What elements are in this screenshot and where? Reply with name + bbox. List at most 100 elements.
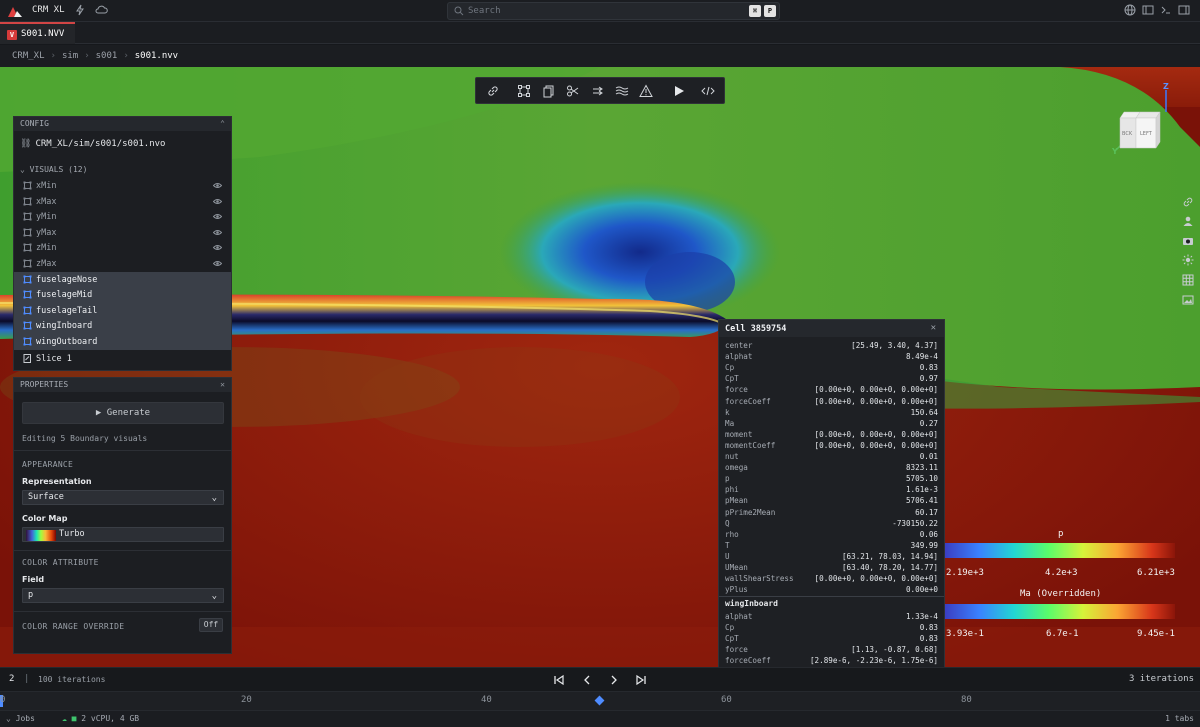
legend-ma-min: 3.93e-1 [946, 629, 984, 639]
cube-face-back: BCK [1122, 131, 1133, 137]
open-tabs-count: 1 tabs [1165, 714, 1194, 723]
link-icon[interactable] [486, 84, 500, 98]
visual-item-winginboard[interactable]: wingInboard [14, 318, 231, 334]
visual-item-fuselagetail[interactable]: fuselageTail [14, 302, 231, 319]
visual-item-fuselagenose[interactable]: fuselageNose [14, 271, 231, 288]
attribute-row: wallShearStress [0.00e+0, 0.00e+0, 0.00e+… [725, 574, 938, 585]
scissors-icon[interactable] [566, 84, 580, 98]
bolt-icon[interactable] [73, 4, 87, 18]
sidebar-right-icon[interactable] [1177, 4, 1191, 18]
attribute-name: k [725, 407, 730, 417]
visual-item-label: xMin [36, 181, 57, 191]
attribute-value: [2.89e-6, -2.23e-6, 1.75e-6] [809, 656, 938, 666]
boundary-icon [23, 181, 32, 190]
visibility-eye-icon[interactable] [213, 213, 222, 220]
breadcrumb-item[interactable]: sim [62, 51, 78, 61]
visibility-eye-icon[interactable] [213, 182, 222, 189]
visibility-eye-icon[interactable] [213, 229, 222, 236]
attribute-name: phi [725, 485, 739, 495]
visual-item-label: fuselageMid [36, 290, 93, 301]
compute-resources[interactable]: ☁ ■ 2 vCPU, 4 GB [62, 714, 139, 723]
attribute-row: moment [0.00e+0, 0.00e+0, 0.00e+0] [725, 430, 938, 441]
select-nodes-icon[interactable] [517, 84, 531, 98]
config-header[interactable]: CONFIG ⌃ [14, 117, 231, 131]
visual-item-zmax[interactable]: zMax [14, 256, 231, 272]
timeline-scrubber[interactable]: 0 20 40 60 80 [0, 691, 1200, 710]
collapse-icon[interactable]: ⌃ [220, 117, 225, 131]
attribute-name: Ma [725, 418, 735, 428]
visual-item-ymax[interactable]: yMax [14, 225, 231, 241]
image-icon[interactable] [1182, 294, 1194, 306]
attribute-value: 0.27 [919, 418, 938, 428]
skip-to-end-icon[interactable] [634, 673, 648, 687]
attribute-name: center [725, 341, 753, 350]
orientation-cube[interactable]: Z Y BCK LEFT [1111, 82, 1172, 157]
attribute-name: T [725, 540, 730, 550]
warning-icon[interactable] [639, 84, 653, 98]
code-icon[interactable] [701, 84, 715, 98]
visual-item-ymin[interactable]: yMin [14, 209, 231, 225]
step-forward-icon[interactable] [607, 673, 621, 687]
visibility-eye-icon[interactable] [213, 260, 222, 267]
visual-item-slice[interactable]: Slice 1 [14, 351, 231, 367]
representation-select[interactable]: Surface ⌄ [22, 490, 224, 505]
attribute-name: U [725, 551, 730, 561]
axis-z-label: Z [1163, 82, 1169, 91]
play-icon[interactable] [672, 84, 686, 98]
terminal-icon[interactable] [1159, 4, 1173, 18]
visibility-eye-icon[interactable] [213, 198, 222, 205]
config-file-path[interactable]: ⛓ CRM_XL/sim/s001/s001.nvo [20, 139, 165, 149]
visibility-eye-icon[interactable] [213, 244, 222, 251]
user-icon[interactable] [1182, 215, 1194, 227]
attribute-name: forceCoeff [725, 396, 771, 406]
waves-icon[interactable] [615, 84, 629, 98]
sun-icon[interactable] [1182, 254, 1194, 266]
editing-info: Editing 5 Boundary visuals [22, 434, 148, 443]
color-attribute-section: COLOR ATTRIBUTE [22, 558, 99, 567]
visual-item-wingoutboard[interactable]: wingOutboard [14, 334, 231, 350]
attribute-value: 60.17 [915, 507, 938, 517]
attribute-row: Ma 0.27 [725, 419, 938, 430]
boundary-icon [23, 243, 32, 252]
field-select[interactable]: p ⌄ [22, 588, 224, 603]
attribute-row: alphat 8.49e-4 [725, 352, 938, 363]
attribute-row: pPrime2Mean 60.17 [725, 508, 938, 519]
close-icon[interactable]: ✕ [220, 378, 225, 392]
range-override-toggle[interactable]: Off [199, 618, 223, 632]
skip-to-start-icon[interactable] [552, 673, 566, 687]
properties-panel: PROPERTIES ✕ ▶ Generate Editing 5 Bounda… [13, 377, 232, 654]
playhead-marker[interactable] [594, 695, 605, 706]
search-input[interactable]: Search ⌘ P [447, 2, 780, 20]
ruler-tick: 80 [961, 695, 972, 705]
close-icon[interactable]: ✕ [931, 323, 936, 333]
app-title[interactable]: CRM XL [32, 5, 65, 15]
visual-item-zmin[interactable]: zMin [14, 240, 231, 256]
representation-label: Representation [22, 477, 92, 486]
visuals-header[interactable]: ⌄ VISUALS (12) [20, 165, 87, 174]
slice-icon [23, 354, 31, 363]
attribute-name: yPlus [725, 585, 748, 595]
visual-item-xmin[interactable]: xMin [14, 178, 231, 194]
iterations-available: 3 iterations [1128, 674, 1194, 684]
breadcrumb-item[interactable]: s001 [96, 51, 118, 61]
streamlines-icon[interactable] [591, 84, 605, 98]
config-panel: CONFIG ⌃ ⛓ CRM_XL/sim/s001/s001.nvo ⌄ VIS… [13, 116, 232, 371]
breadcrumb-item[interactable]: CRM_XL [12, 51, 45, 61]
visual-item-fuselagemid[interactable]: fuselageMid [14, 287, 231, 303]
attribute-row: force [0.00e+0, 0.00e+0, 0.00e+0] [725, 385, 938, 396]
tab-s001-nvv[interactable]: V S001.NVV [0, 22, 75, 44]
grid-icon[interactable] [1182, 274, 1194, 286]
jobs-menu[interactable]: ⌄ Jobs [6, 714, 35, 723]
sidebar-left-icon[interactable] [1141, 4, 1155, 18]
globe-icon[interactable] [1123, 4, 1137, 18]
cloud-sync-icon[interactable] [94, 4, 108, 18]
camera-icon[interactable] [1182, 235, 1194, 247]
copy-icon[interactable] [542, 84, 556, 98]
attribute-row: omega 8323.11 [725, 463, 938, 474]
step-back-icon[interactable] [580, 673, 594, 687]
chevron-down-icon: ⌄ [6, 714, 16, 723]
link-icon[interactable] [1182, 196, 1194, 208]
attribute-value: 8.49e-4 [905, 352, 938, 362]
generate-button[interactable]: ▶ Generate [22, 402, 224, 424]
visual-item-xmax[interactable]: xMax [14, 194, 231, 210]
